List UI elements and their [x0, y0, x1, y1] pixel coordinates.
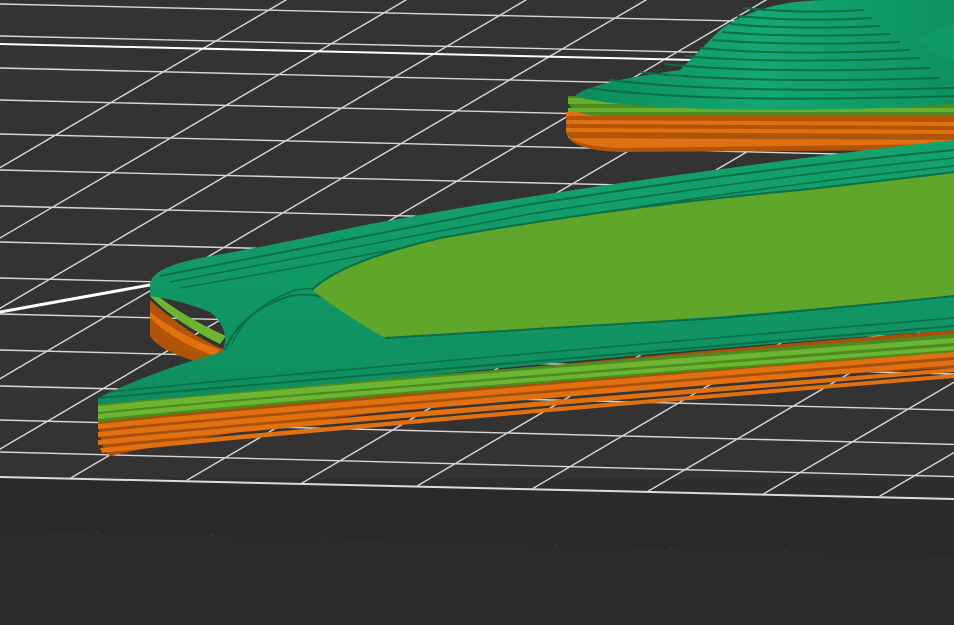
print-preview-canvas[interactable] [0, 0, 954, 625]
3d-print-viewport[interactable] [0, 0, 954, 625]
cone-first-layers [566, 112, 954, 152]
